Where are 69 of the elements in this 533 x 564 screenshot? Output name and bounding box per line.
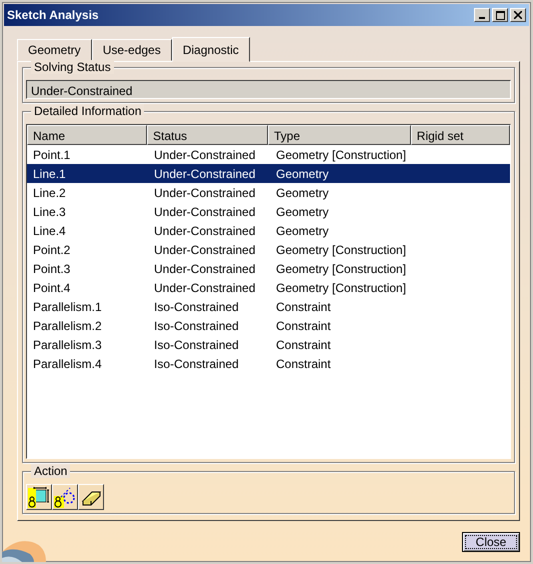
table-cell-text: Parallelism.4 [32, 356, 103, 372]
table-cell-text: Constraint [275, 336, 332, 354]
table-cell-text: Under-Constrained [153, 222, 256, 240]
group-title: Action [31, 464, 70, 478]
table-cell-text: Geometry [275, 204, 330, 220]
table-cell-text: Point.3 [32, 260, 72, 278]
table-cell-text: Geometry [275, 222, 330, 240]
table-cell-text: Constraint [275, 298, 332, 316]
table-row[interactable]: Parallelism.1 Iso-Constrained Constraint [27, 297, 510, 316]
table-cell-text: Point.4 [32, 280, 72, 296]
column-header[interactable]: Name [27, 125, 147, 145]
table-cell-text: Under-Constrained [153, 204, 256, 220]
eraser-icon[interactable] [78, 484, 104, 510]
table-cell-text: Under-Constrained [153, 260, 256, 278]
table-row[interactable]: Parallelism.2 Iso-Constrained Constraint [27, 316, 510, 335]
table-cell-text: Under-Constrained [153, 280, 256, 296]
table-cell-text: Parallelism.2 [32, 318, 103, 334]
table-cell-text: Constraint [275, 356, 332, 372]
group-title: Detailed Information [31, 104, 144, 118]
column-header[interactable]: Rigid set [410, 125, 510, 145]
table-row[interactable]: Line.3 Under-Constrained Geometry [27, 202, 510, 221]
table-cell-text: Point.1 [32, 146, 72, 164]
maximize-button[interactable] [492, 8, 508, 22]
table-cell-text: Under-Constrained [153, 242, 256, 258]
table-cell-text: Geometry [Construction] [275, 260, 408, 278]
table-cell-text: Parallelism.3 [32, 336, 103, 354]
maximize-icon [496, 10, 504, 20]
table-row[interactable]: Line.2 Under-Constrained Geometry [27, 183, 510, 202]
table-row[interactable]: Point.1 Under-Constrained Geometry [Construction] [27, 145, 510, 164]
table-cell-text: Line.3 [32, 204, 67, 220]
column-header[interactable]: Type [268, 125, 411, 145]
table-row[interactable]: Parallelism.4 Iso-Constrained Constraint [27, 354, 510, 373]
table-cell-text: Line.1 [32, 166, 67, 182]
constraint-icon[interactable] [52, 484, 78, 510]
table-cell-text: Geometry [Construction] [275, 242, 408, 258]
table-cell-text: Parallelism.1 [32, 298, 103, 316]
table-cell-text: Iso-Constrained [153, 356, 240, 372]
table-cell-text: Under-Constrained [153, 146, 256, 164]
column-header[interactable]: Status [147, 125, 268, 145]
minimize-button[interactable] [474, 8, 490, 22]
table-row[interactable]: Point.3 Under-Constrained Geometry [Construction] [27, 259, 510, 278]
table-row[interactable]: Line.1 Under-Constrained Geometry [27, 164, 510, 183]
table-row[interactable]: Point.4 Under-Constrained Geometry [Construction] [27, 278, 510, 297]
window-title: Sketch Analysis [7, 7, 99, 24]
table-row[interactable]: Line.4 Under-Constrained Geometry [27, 221, 510, 240]
table-cell-text: Geometry [Construction] [275, 280, 408, 296]
table-cell-text: Line.2 [32, 184, 67, 202]
dimension-icon[interactable] [26, 484, 52, 510]
status-field: Under-Constrained [26, 80, 511, 99]
table-cell-text: Iso-Constrained [153, 298, 240, 316]
group-title: Solving Status [31, 60, 114, 74]
close-button[interactable]: Close [462, 532, 520, 552]
table-cell-text: Geometry [Construction] [275, 146, 408, 164]
table-row[interactable]: Point.2 Under-Constrained Geometry [Construction] [27, 240, 510, 259]
table-cell-text: Under-Constrained [153, 184, 256, 202]
table-cell-text: Iso-Constrained [153, 318, 240, 334]
table-cell-text: Geometry [275, 166, 330, 182]
minimize-icon [479, 17, 485, 19]
table-cell-text: Geometry [275, 184, 330, 202]
table-cell-text: Under-Constrained [153, 166, 256, 182]
table-cell-text: Iso-Constrained [153, 336, 240, 354]
close-icon [514, 11, 522, 19]
table-cell-text: Line.4 [32, 222, 67, 240]
tab[interactable]: Diagnostic [172, 37, 250, 62]
table-cell-text: Constraint [275, 318, 332, 334]
table-cell-text: Point.2 [32, 242, 72, 258]
close-button[interactable] [510, 8, 526, 22]
table-row[interactable]: Parallelism.3 Iso-Constrained Constraint [27, 335, 510, 354]
globe-drawing [2, 538, 46, 562]
